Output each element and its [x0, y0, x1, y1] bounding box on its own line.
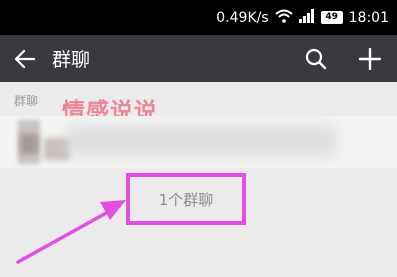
- annotation-arrow: [16, 200, 126, 264]
- screen: 0.49K/s 49 18:01 群聊 群聊 情感说说 1个群聊: [0, 0, 397, 277]
